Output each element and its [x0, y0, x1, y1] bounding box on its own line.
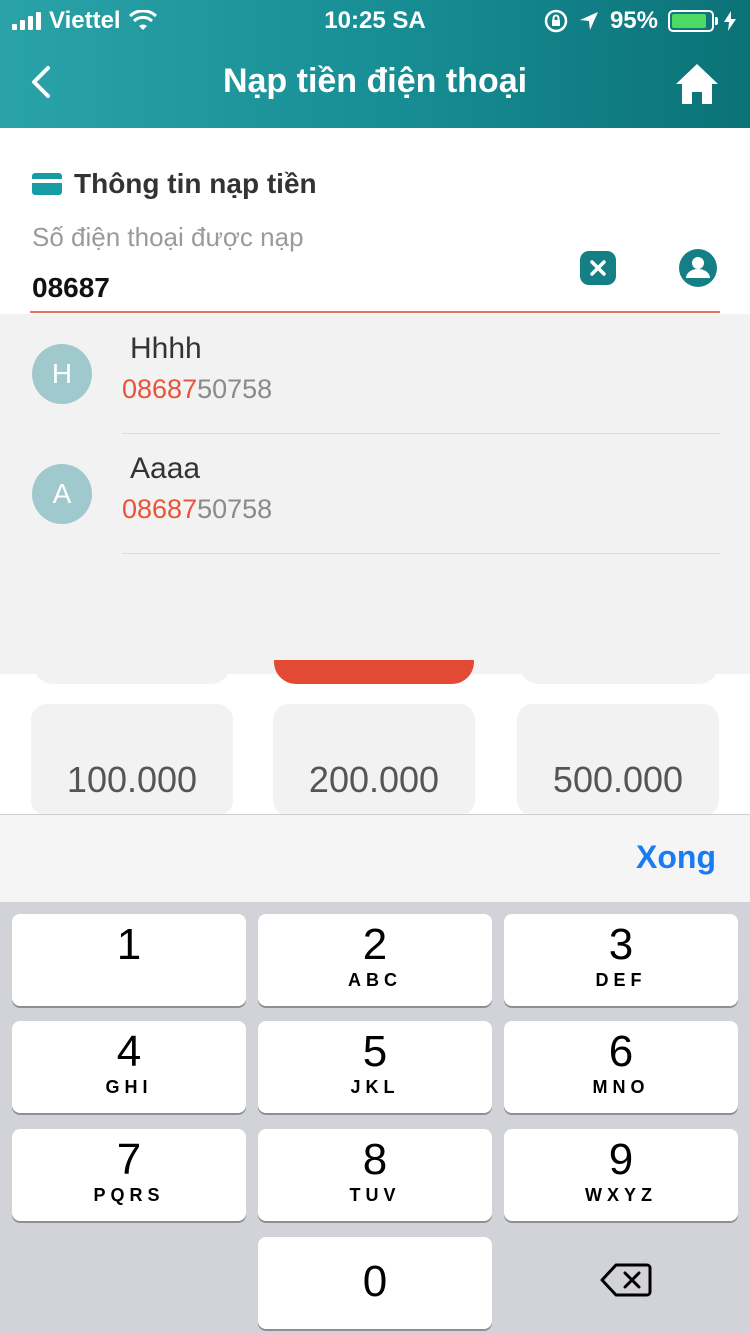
key-8[interactable]: 8 TUV	[258, 1129, 492, 1221]
amount-tile-selected-peek	[274, 660, 474, 684]
phone-input-underline	[30, 311, 720, 313]
amount-tile-peek	[32, 660, 232, 684]
contact-name: Aaaa	[130, 452, 201, 485]
key-9[interactable]: 9 WXYZ	[504, 1129, 738, 1221]
key-digit: 9	[608, 1135, 634, 1184]
key-1[interactable]: 1	[12, 914, 246, 1006]
amount-tile[interactable]: 100.000	[31, 704, 233, 816]
key-digit: 6	[608, 1027, 634, 1076]
phone-rest: 50758	[197, 494, 273, 524]
key-letters: WXYZ	[585, 1185, 657, 1205]
phone-rest: 50758	[197, 374, 273, 404]
battery-percent: 95%	[609, 7, 658, 34]
key-3[interactable]: 3 DEF	[504, 914, 738, 1006]
contact-picker-button[interactable]	[678, 248, 718, 288]
charging-bolt-icon	[724, 11, 736, 31]
key-letters: JKL	[350, 1077, 400, 1097]
phone-match: 08687	[122, 494, 198, 524]
section-title: Thông tin nạp tiền	[32, 168, 317, 200]
key-digit: 7	[116, 1135, 142, 1184]
battery-icon	[668, 10, 718, 32]
phone-field-label: Số điện thoại được nạp	[32, 222, 304, 252]
nav-bar: Nạp tiền điện thoại	[0, 50, 750, 116]
backspace-button[interactable]	[600, 1262, 652, 1298]
key-5[interactable]: 5 JKL	[258, 1021, 492, 1113]
amount-tile[interactable]: 200.000	[273, 704, 475, 816]
key-0[interactable]: 0	[258, 1237, 492, 1329]
key-2[interactable]: 2 ABC	[258, 914, 492, 1006]
key-digit: 2	[362, 920, 388, 969]
key-digit: 3	[608, 920, 634, 969]
status-bar: Viettel 10:25 SA 95%	[0, 0, 750, 40]
key-4[interactable]: 4 GHI	[12, 1021, 246, 1113]
contact-name: Hhhh	[130, 332, 202, 365]
key-letters: DEF	[595, 970, 647, 990]
suggestion-item[interactable]: H Hhhh 0868750758	[0, 314, 750, 434]
page-title: Nạp tiền điện thoại	[222, 62, 528, 100]
key-digit: 4	[116, 1027, 142, 1076]
contact-phone: 0868750758	[122, 374, 272, 405]
app-header: Viettel 10:25 SA 95% Nạp tiền điện thoại	[0, 0, 750, 128]
home-button[interactable]	[674, 62, 720, 106]
key-digit: 1	[116, 920, 142, 969]
key-letters: ABC	[348, 970, 402, 990]
amount-tile[interactable]: 500.000	[517, 704, 719, 816]
contact-suggestions: H Hhhh 0868750758 A Aaaa 0868750758	[0, 314, 750, 674]
divider	[122, 553, 720, 554]
key-digit: 8	[362, 1135, 388, 1184]
amount-tile-peek	[518, 660, 720, 684]
key-letters: MNO	[592, 1077, 650, 1097]
credit-card-icon	[32, 173, 62, 195]
done-button[interactable]: Xong	[636, 839, 716, 876]
keyboard-accessory-bar: Xong	[0, 814, 750, 902]
phone-match: 08687	[122, 374, 198, 404]
rotation-lock-icon	[544, 9, 568, 33]
phone-input[interactable]	[32, 268, 552, 308]
key-digit: 5	[362, 1027, 388, 1076]
status-right: 95%	[544, 7, 736, 35]
avatar: A	[32, 464, 92, 524]
key-letters: TUV	[349, 1185, 401, 1205]
avatar: H	[32, 344, 92, 404]
contact-phone: 0868750758	[122, 494, 272, 525]
clear-input-button[interactable]	[580, 251, 616, 285]
key-letters: GHI	[105, 1077, 153, 1097]
key-7[interactable]: 7 PQRS	[12, 1129, 246, 1221]
suggestion-item[interactable]: A Aaaa 0868750758	[0, 434, 750, 554]
section-title-text: Thông tin nạp tiền	[74, 168, 317, 199]
key-6[interactable]: 6 MNO	[504, 1021, 738, 1113]
key-letters: PQRS	[93, 1185, 165, 1205]
location-arrow-icon	[579, 12, 598, 30]
key-digit: 0	[362, 1257, 388, 1306]
close-icon	[590, 260, 606, 276]
